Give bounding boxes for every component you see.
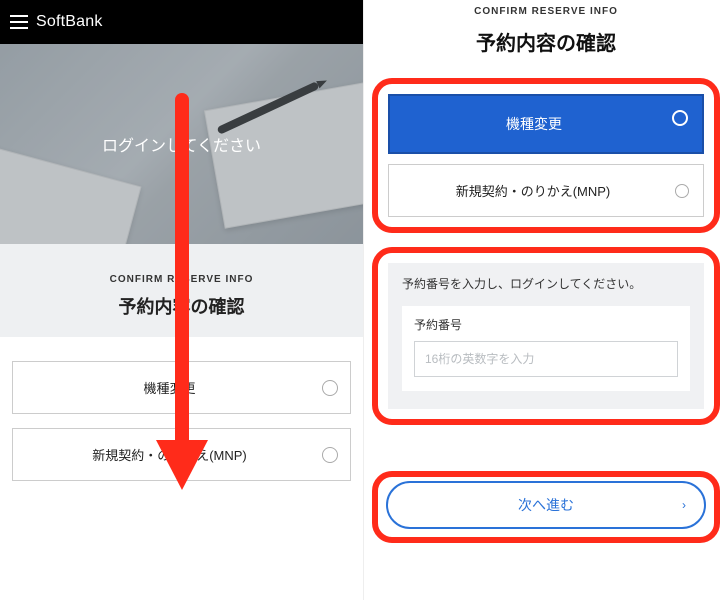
brand-logo: SoftBank xyxy=(36,13,103,31)
option-new-mnp[interactable]: 新規契約・のりかえ(MNP) xyxy=(388,164,704,217)
confirm-eyebrow: CONFIRM RESERVE INFO xyxy=(376,6,716,17)
login-panel: 予約番号を入力し、ログインしてください。 予約番号 xyxy=(388,263,704,409)
hamburger-menu-icon[interactable] xyxy=(10,15,28,29)
option-model-change[interactable]: 機種変更 xyxy=(12,361,351,414)
login-instruction: 予約番号を入力し、ログインしてください。 xyxy=(402,275,690,292)
annotation-box: 機種変更 新規契約・のりかえ(MNP) xyxy=(372,78,720,233)
confirm-eyebrow: CONFIRM RESERVE INFO xyxy=(12,274,351,285)
proceed-button-label: 次へ進む xyxy=(518,497,574,513)
radio-icon xyxy=(322,380,338,396)
option-label: 新規契約・のりかえ(MNP) xyxy=(456,184,611,199)
hero-banner: ログインしてください xyxy=(0,44,363,244)
reservation-number-field-block: 予約番号 xyxy=(402,306,690,391)
right-screenshot: CONFIRM RESERVE INFO 予約内容の確認 機種変更 新規契約・の… xyxy=(364,0,728,600)
radio-selected-icon xyxy=(672,110,688,126)
reservation-number-label: 予約番号 xyxy=(414,316,678,333)
confirm-heading-block: CONFIRM RESERVE INFO 予約内容の確認 xyxy=(0,244,363,337)
option-label: 機種変更 xyxy=(506,116,562,132)
proceed-button[interactable]: 次へ進む › xyxy=(386,481,706,529)
reservation-number-input[interactable] xyxy=(414,341,678,377)
radio-icon xyxy=(322,447,338,463)
confirm-title: 予約内容の確認 xyxy=(12,293,351,319)
option-model-change-selected[interactable]: 機種変更 xyxy=(388,94,704,154)
option-label: 新規契約・のりかえ(MNP) xyxy=(92,448,247,463)
confirm-heading-block: CONFIRM RESERVE INFO 予約内容の確認 xyxy=(364,4,728,72)
contract-type-options: 機種変更 新規契約・のりかえ(MNP) xyxy=(0,337,363,525)
option-label: 機種変更 xyxy=(143,381,195,396)
annotation-box: 予約番号を入力し、ログインしてください。 予約番号 xyxy=(372,247,720,425)
annotation-box: 次へ進む › xyxy=(372,471,720,543)
confirm-title: 予約内容の確認 xyxy=(376,27,716,56)
hero-login-prompt: ログインしてください xyxy=(102,132,261,156)
radio-icon xyxy=(675,184,689,198)
chevron-right-icon: › xyxy=(682,498,686,512)
option-new-mnp[interactable]: 新規契約・のりかえ(MNP) xyxy=(12,428,351,481)
left-screenshot: SoftBank ログインしてください CONFIRM RESERVE INFO… xyxy=(0,0,364,600)
top-bar: SoftBank xyxy=(0,0,363,44)
